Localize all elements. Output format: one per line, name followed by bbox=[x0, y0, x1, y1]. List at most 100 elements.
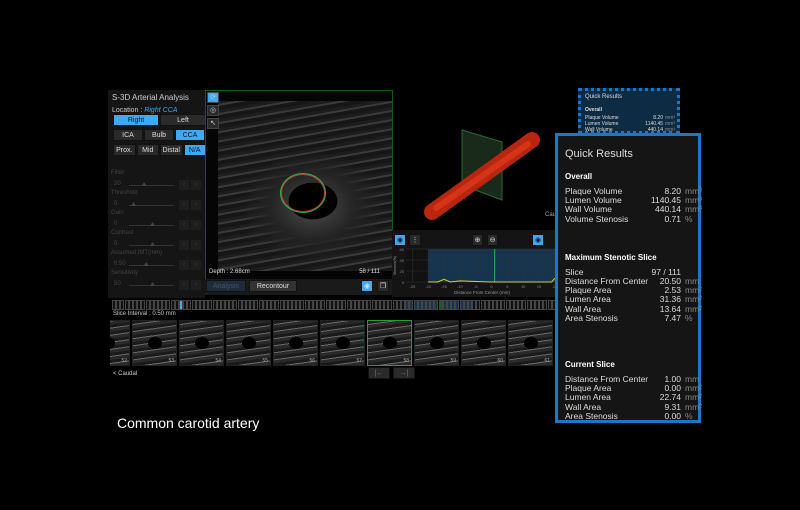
stenosis-chart-panel: ◉ ⋮ ⊕ ⊖ ◉ 0204060-25-20-15-10-505101520D… bbox=[392, 230, 560, 297]
slice-number: 56 bbox=[309, 358, 315, 364]
slice-thumbnail[interactable]: 60 bbox=[461, 320, 506, 366]
zoom-in-icon[interactable]: ⊕ bbox=[472, 234, 483, 246]
control-assumed-imt-mm-[interactable]: Assumed IMT(mm) 0.50 ‹ › bbox=[111, 250, 203, 272]
increase-icon[interactable]: › bbox=[191, 220, 201, 230]
slider-knob[interactable] bbox=[131, 202, 137, 206]
y-tick-label: 40 bbox=[400, 258, 405, 263]
increase-icon[interactable]: › bbox=[191, 200, 201, 210]
control-contrast[interactable]: Contrast 0 ‹ › bbox=[111, 230, 203, 252]
slice-number: 53 bbox=[168, 358, 174, 364]
control-sensitivity[interactable]: Sensitivity 50 ‹ › bbox=[111, 270, 203, 292]
slice-strip[interactable] bbox=[112, 300, 555, 312]
control-label: Gain bbox=[111, 210, 124, 216]
control-value: 50 bbox=[114, 281, 121, 287]
slice-interval: Slice Interval : 0.50 mm bbox=[113, 311, 176, 317]
chart-view-icon[interactable]: ◉ bbox=[394, 234, 406, 246]
result-unit: % bbox=[685, 410, 693, 421]
ultrasound-view[interactable]: ⟳ ◎ ↖ Depth : 2.68cm 58 / 111 bbox=[205, 90, 393, 280]
slice-thumbnail[interactable]: 61 bbox=[508, 320, 553, 366]
increase-icon[interactable]: › bbox=[191, 280, 201, 290]
slice-thumbnails[interactable]: 52 53 54 55 56 57 58 59 60 61 bbox=[110, 320, 555, 368]
copy-icon[interactable]: ❐ bbox=[377, 280, 389, 292]
x-axis-label: Distance From Center (mm) bbox=[454, 290, 510, 295]
rotate-tool-icon[interactable]: ⟳ bbox=[207, 92, 219, 103]
next-slice-button[interactable]: →| bbox=[393, 367, 415, 379]
y-tick-label: 20 bbox=[400, 269, 405, 274]
chart-mode-icon[interactable]: ⋮ bbox=[409, 234, 421, 246]
slider-knob[interactable] bbox=[150, 222, 155, 226]
position-button-distal[interactable]: Distal bbox=[160, 144, 183, 156]
result-row: Area Stenosis 0.00% bbox=[565, 411, 695, 421]
position-button-mid[interactable]: Mid bbox=[136, 144, 159, 156]
decrease-icon[interactable]: ‹ bbox=[179, 200, 189, 210]
slice-thumbnail[interactable]: 57 bbox=[320, 320, 365, 366]
control-label: Assumed IMT(mm) bbox=[111, 250, 162, 256]
slider-track[interactable] bbox=[129, 265, 174, 266]
crosshair-tool-icon[interactable]: ◎ bbox=[207, 105, 219, 116]
segment-button-ica[interactable]: ICA bbox=[113, 129, 143, 141]
increase-icon[interactable]: › bbox=[191, 260, 201, 270]
prev-slice-button[interactable]: |← bbox=[368, 367, 390, 379]
side-button-left[interactable]: Left bbox=[160, 114, 206, 126]
slider-knob[interactable] bbox=[150, 282, 155, 286]
y-tick-label: 0 bbox=[402, 280, 405, 285]
decrease-icon[interactable]: ‹ bbox=[179, 280, 189, 290]
x-tick-label: 5 bbox=[506, 284, 509, 289]
position-button-prox[interactable]: Prox. bbox=[113, 144, 136, 156]
result-row: Volume Stenosis 0.71% bbox=[565, 214, 695, 224]
result-unit: % bbox=[685, 312, 693, 323]
section-current: Current Slice bbox=[565, 360, 615, 369]
slider-knob[interactable] bbox=[141, 182, 147, 186]
side-button-right[interactable]: Right bbox=[113, 114, 159, 126]
quick-results-panel: Quick Results Overall Plaque Volume 8.20 mm… bbox=[555, 133, 702, 423]
control-label: Filter bbox=[111, 170, 125, 176]
result-value: 7.47 bbox=[664, 312, 681, 323]
slice-number: 61 bbox=[544, 358, 550, 364]
slider-track[interactable] bbox=[129, 185, 174, 186]
slice-thumbnail[interactable]: 56 bbox=[273, 320, 318, 366]
analysis-button[interactable]: Analysis bbox=[206, 280, 246, 292]
chart-3d-icon[interactable]: ◉ bbox=[532, 234, 544, 246]
segment-button-bulb[interactable]: Bulb bbox=[144, 129, 174, 141]
caption: Common carotid artery bbox=[117, 415, 260, 431]
increase-icon[interactable]: › bbox=[191, 180, 201, 190]
slider-knob[interactable] bbox=[143, 262, 149, 266]
decrease-icon[interactable]: ‹ bbox=[179, 220, 189, 230]
x-tick-label: -20 bbox=[425, 284, 432, 289]
slice-thumbnail[interactable]: 53 bbox=[132, 320, 177, 366]
y-tick-label: 60 bbox=[400, 247, 405, 252]
control-value: 20 bbox=[114, 181, 121, 187]
control-filter[interactable]: Filter 20 ‹ › bbox=[111, 170, 203, 192]
3d-vessel-view[interactable]: Cau bbox=[392, 90, 560, 230]
control-label: Contrast bbox=[111, 230, 134, 236]
position-button-na[interactable]: N/A bbox=[183, 144, 206, 156]
stenosis-chart[interactable]: 0204060-25-20-15-10-505101520Distance Fr… bbox=[392, 246, 560, 296]
x-tick-label: -15 bbox=[441, 284, 448, 289]
control-label: Threshold bbox=[111, 190, 138, 196]
increase-icon[interactable]: › bbox=[191, 240, 201, 250]
slice-thumbnail[interactable]: 58 bbox=[367, 320, 412, 366]
decrease-icon[interactable]: ‹ bbox=[179, 240, 189, 250]
decrease-icon[interactable]: ‹ bbox=[179, 260, 189, 270]
x-tick-label: -25 bbox=[409, 284, 416, 289]
caudal-link[interactable]: < Caudal bbox=[113, 371, 137, 377]
segment-button-cca[interactable]: CCA bbox=[175, 129, 205, 141]
slice-number: 54 bbox=[215, 358, 221, 364]
view-icon[interactable]: ◉ bbox=[361, 280, 373, 292]
slice-number: 58 bbox=[403, 358, 409, 364]
x-tick-label: 0 bbox=[490, 284, 493, 289]
slice-thumbnail[interactable]: 54 bbox=[179, 320, 224, 366]
decrease-icon[interactable]: ‹ bbox=[179, 180, 189, 190]
zoom-out-icon[interactable]: ⊖ bbox=[487, 234, 498, 246]
arrow-tool-icon[interactable]: ↖ bbox=[207, 118, 219, 129]
analyzed-range bbox=[428, 249, 558, 282]
slice-thumbnail[interactable]: 59 bbox=[414, 320, 459, 366]
slice-thumbnail[interactable]: 55 bbox=[226, 320, 271, 366]
lumen-contour[interactable] bbox=[280, 173, 326, 213]
recontour-button[interactable]: Recontour bbox=[249, 280, 297, 292]
slider-knob[interactable] bbox=[150, 242, 155, 246]
control-gain[interactable]: Gain 0 ‹ › bbox=[111, 210, 203, 232]
control-threshold[interactable]: Threshold 0 ‹ › bbox=[111, 190, 203, 212]
slice-thumbnail[interactable]: 52 bbox=[110, 320, 130, 366]
image-toolbar: Analysis Recontour ◉ ❐ bbox=[205, 279, 393, 295]
